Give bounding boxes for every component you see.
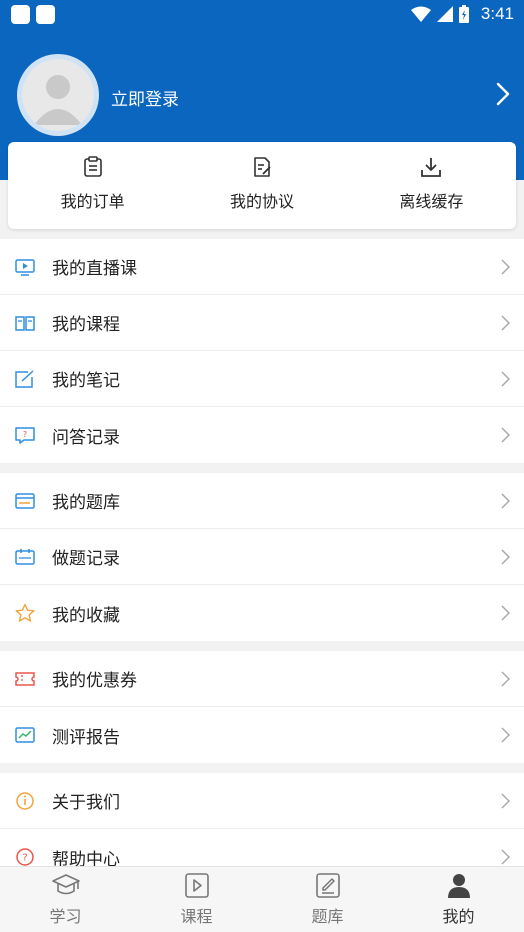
tab-courses[interactable]: 课程 (131, 867, 262, 932)
svg-text:?: ? (22, 853, 27, 864)
menu-item-label: 我的优惠券 (52, 671, 137, 691)
clock: 3:41 (480, 4, 514, 23)
menu-item-notes[interactable]: 我的笔记 (0, 351, 524, 407)
menu-item-label: 问答记录 (52, 427, 120, 448)
menu-item-label: 测评报告 (52, 727, 120, 748)
menu-item-question-bank[interactable]: 我的题库 (0, 473, 524, 529)
menu-group-learning: 我的直播课 我的课程 我的笔记 ? 问答记录 (0, 239, 524, 463)
menu-item-label: 我的题库 (52, 493, 120, 513)
menu-item-label: 做题记录 (52, 549, 120, 569)
quick-action-orders[interactable]: 我的订单 (8, 142, 177, 229)
menu-item-coupons[interactable]: 我的优惠券 (0, 651, 524, 707)
practice-record-icon (15, 549, 35, 565)
chevron-right-icon (501, 727, 510, 743)
graduation-cap-icon (51, 874, 80, 895)
star-icon (15, 603, 35, 622)
bottom-tab-bar: 学习 课程 题库 我的 (0, 866, 524, 932)
tab-label: 题库 (311, 907, 344, 926)
status-bar: 3:41 (0, 0, 524, 30)
question-bank-icon (15, 493, 35, 509)
menu-item-label: 我的收藏 (52, 605, 120, 626)
tab-label: 学习 (49, 907, 82, 926)
settings-menu: 我的直播课 我的课程 我的笔记 ? 问答记录 我的题库 做题记录 我的收藏 我的… (0, 239, 524, 895)
menu-item-label: 我的笔记 (52, 371, 120, 391)
menu-item-qa-records[interactable]: ? 问答记录 (0, 407, 524, 463)
report-chart-icon (15, 727, 35, 743)
info-icon (16, 792, 34, 810)
svg-text:?: ? (23, 430, 27, 439)
quick-action-offline-cache[interactable]: 离线缓存 (347, 142, 516, 229)
coupon-icon (15, 672, 35, 686)
qa-chat-icon: ? (15, 427, 35, 444)
tab-question-bank[interactable]: 题库 (262, 867, 393, 932)
notification-icon (36, 5, 55, 24)
order-clipboard-icon (83, 156, 102, 177)
chevron-right-icon (501, 849, 510, 865)
quick-action-label: 我的订单 (60, 192, 125, 211)
download-icon (421, 158, 442, 177)
chevron-right-icon (501, 671, 510, 687)
menu-item-live-classes[interactable]: 我的直播课 (0, 239, 524, 295)
menu-item-favorites[interactable]: 我的收藏 (0, 585, 524, 641)
menu-item-label: 我的直播课 (52, 259, 137, 279)
menu-item-label: 我的课程 (52, 315, 120, 335)
menu-item-about-us[interactable]: 关于我们 (0, 773, 524, 829)
profile-login-row[interactable]: 立即登录 (0, 52, 524, 140)
menu-group-benefits: 我的优惠券 测评报告 (0, 651, 524, 763)
login-link[interactable]: 立即登录 (111, 85, 179, 110)
course-book-icon (15, 316, 35, 331)
chevron-right-icon (501, 371, 510, 387)
menu-item-label: 关于我们 (52, 793, 120, 813)
tab-label: 课程 (180, 907, 213, 926)
help-icon: ? (16, 848, 34, 866)
live-class-icon (15, 259, 35, 276)
edit-document-icon (315, 873, 340, 898)
agreement-document-icon (254, 157, 271, 177)
avatar[interactable] (17, 54, 99, 136)
battery-icon (458, 5, 469, 23)
menu-group-practice: 我的题库 做题记录 我的收藏 (0, 473, 524, 641)
tab-mine[interactable]: 我的 (393, 867, 524, 932)
quick-action-label: 我的协议 (229, 192, 294, 211)
quick-actions-card: 我的订单 我的协议 离线缓存 (8, 142, 516, 229)
signal-icon (436, 6, 453, 22)
notification-icon (11, 5, 30, 24)
quick-action-label: 离线缓存 (399, 192, 464, 211)
tab-study[interactable]: 学习 (0, 867, 131, 932)
chevron-right-icon (501, 259, 510, 275)
chevron-right-icon (501, 549, 510, 565)
menu-item-assessment-report[interactable]: 测评报告 (0, 707, 524, 763)
chevron-right-icon (501, 427, 510, 443)
chevron-right-icon[interactable] (496, 82, 510, 106)
menu-item-courses[interactable]: 我的课程 (0, 295, 524, 351)
quick-action-agreements[interactable]: 我的协议 (177, 142, 346, 229)
tab-label: 我的 (442, 907, 475, 926)
chevron-right-icon (501, 605, 510, 621)
notes-pencil-icon (15, 370, 34, 388)
user-profile-icon (447, 874, 470, 898)
menu-item-practice-records[interactable]: 做题记录 (0, 529, 524, 585)
chevron-right-icon (501, 793, 510, 809)
wifi-icon (410, 6, 431, 22)
play-video-icon (184, 873, 209, 898)
default-avatar-icon (34, 75, 82, 125)
chevron-right-icon (501, 315, 510, 331)
chevron-right-icon (501, 493, 510, 509)
